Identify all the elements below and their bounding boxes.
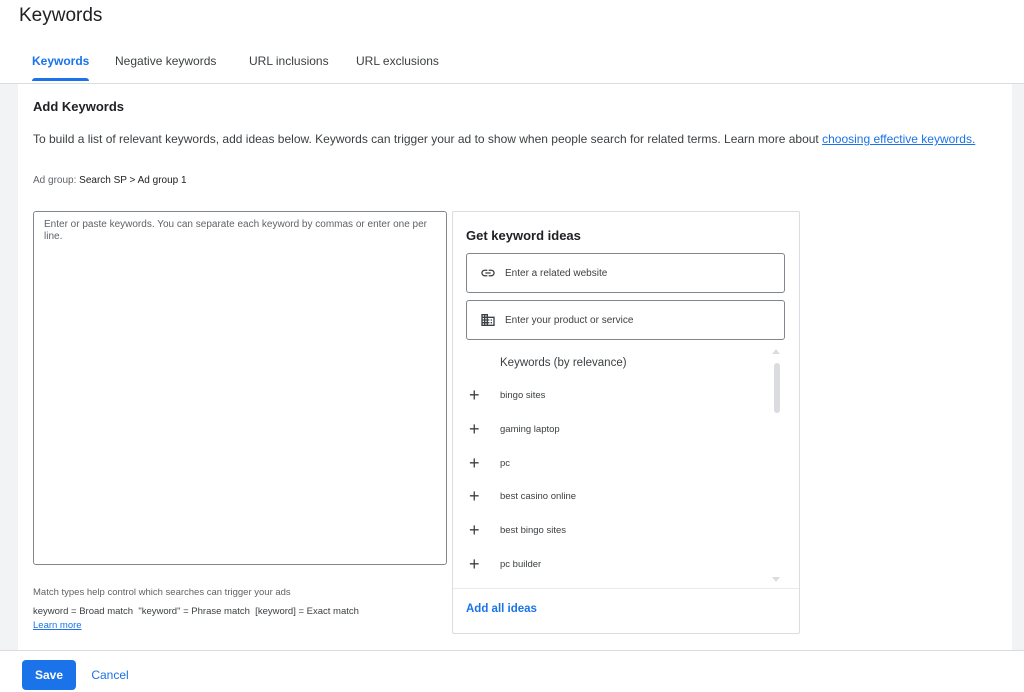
tab-label: URL exclusions [356,54,439,68]
business-icon [481,314,495,326]
keyword-idea-row[interactable]: + pc builder [453,550,773,582]
keyword-idea-label: bingo sites [500,390,546,401]
plus-icon[interactable]: + [469,419,480,439]
plus-icon[interactable]: + [469,453,480,473]
keyword-ideas-card: Get keyword ideas Keywords (by relevance… [452,211,800,634]
tab-keywords[interactable]: Keywords [32,47,90,81]
plus-icon[interactable]: + [469,486,480,506]
page-title: Keywords [19,5,103,26]
keyword-idea-label: pc builder [500,559,542,570]
tab-url-inclusions[interactable]: URL inclusions [249,47,329,81]
keyword-idea-row[interactable]: + bingo sites [453,381,773,413]
tab-url-exclusions[interactable]: URL exclusions [356,47,439,81]
card-divider [453,588,799,589]
intro-text: To build a list of relevant keywords, ad… [33,132,975,146]
learn-more-link[interactable]: Learn more [33,620,82,631]
tab-label: Negative keywords [115,54,217,68]
keyword-idea-label: best bingo sites [500,525,567,536]
tab-label: Keywords [32,54,90,68]
product-field[interactable] [466,300,785,340]
keyword-idea-label: best casino online [500,491,577,502]
ideas-list-header: Keywords (by relevance) [500,357,627,369]
add-all-ideas-link[interactable]: Add all ideas [466,603,537,615]
ad-group-info: Ad group: Search SP > Ad group 1 [33,175,187,186]
keywords-input[interactable] [33,211,447,565]
tab-label: URL inclusions [249,54,329,68]
cancel-button[interactable]: Cancel [82,660,138,690]
intro-body: To build a list of relevant keywords, ad… [33,132,823,146]
ideas-title: Get keyword ideas [466,228,581,243]
page-header: Keywords Keywords Negative keywords URL … [0,0,1024,83]
keyword-idea-row[interactable]: + best bingo sites [453,516,773,548]
website-field[interactable] [466,253,785,293]
save-button[interactable]: Save [22,660,76,690]
scroll-up-arrow-icon[interactable] [772,349,780,354]
scrollbar-thumb[interactable] [774,363,780,413]
keyword-idea-row[interactable]: + best casino online [453,482,773,514]
choosing-keywords-link[interactable]: choosing effective keywords. [822,132,975,146]
scroll-down-arrow-icon[interactable] [772,577,780,582]
add-keywords-panel: Add Keywords To build a list of relevant… [18,84,1012,650]
website-input[interactable] [503,255,777,291]
keyword-idea-row[interactable]: + gaming laptop [453,415,773,447]
product-input[interactable] [503,302,777,338]
match-types-help: Match types help control which searches … [33,587,291,598]
section-title: Add Keywords [33,99,125,114]
tab-negative-keywords[interactable]: Negative keywords [115,47,216,81]
match-types-examples: keyword = Broad match "keyword" = Phrase… [33,606,359,617]
plus-icon[interactable]: + [469,554,480,574]
keyword-idea-row[interactable]: + pc [453,449,773,481]
ad-group-label: Ad group: [33,175,80,186]
active-tab-indicator [32,78,90,81]
keyword-idea-label: pc [500,458,511,469]
keyword-idea-label: gaming laptop [500,424,560,435]
ad-group-value: Search SP > Ad group 1 [79,175,187,186]
plus-icon[interactable]: + [469,520,480,540]
footer-bar: Save Cancel [0,651,1024,692]
link-icon [481,269,495,277]
plus-icon[interactable]: + [469,385,480,405]
